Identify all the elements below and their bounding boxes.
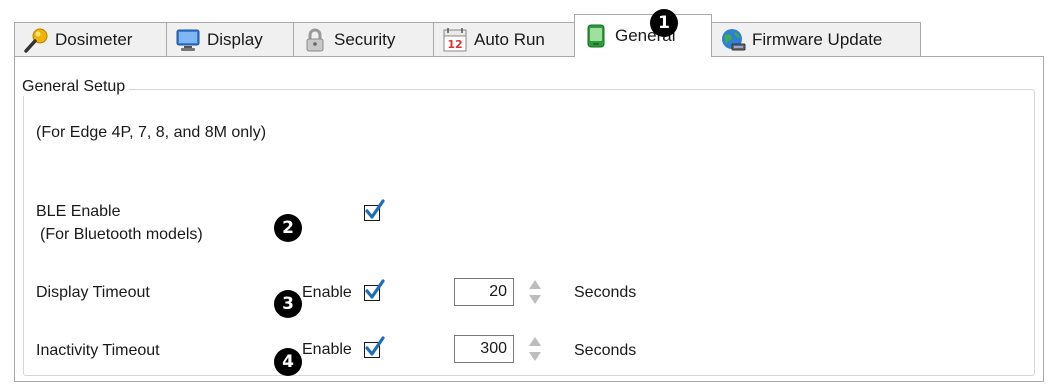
tab-label: Auto Run [474, 29, 545, 49]
tab-display[interactable]: Display [166, 22, 294, 56]
group-title: General Setup [18, 78, 130, 96]
stepper-down-icon[interactable] [529, 295, 541, 304]
checkmark-icon [365, 199, 385, 219]
callout-badge-2: 2 [274, 214, 302, 242]
callout-badge-1: 1 [650, 9, 678, 37]
device-icon [587, 24, 605, 48]
globe-icon [722, 28, 746, 50]
checkmark-icon [365, 336, 385, 356]
inactivity-timeout-label: Inactivity Timeout [36, 342, 160, 359]
inactivity-timeout-unit: Seconds [574, 342, 637, 359]
inactivity-timeout-enable-checkbox[interactable] [364, 336, 385, 358]
tab-label: Firmware Update [752, 29, 883, 49]
model-note: (For Edge 4P, 7, 8, and 8M only) [36, 124, 267, 141]
inactivity-timeout-enable-label: Enable [302, 341, 352, 358]
tab-label: Security [334, 29, 396, 49]
stepper-down-icon[interactable] [529, 352, 541, 361]
monitor-icon [176, 29, 200, 51]
tab-security[interactable]: Security [293, 22, 434, 56]
tab-label: Display [207, 29, 263, 49]
display-timeout-label: Display Timeout [36, 284, 150, 301]
checkmark-icon [365, 279, 385, 299]
display-timeout-enable-checkbox[interactable] [364, 279, 385, 301]
inactivity-timeout-input[interactable]: 300 [454, 335, 514, 363]
tab-general[interactable]: General [574, 14, 712, 57]
tab-auto-run[interactable]: 12 Auto Run [433, 22, 575, 56]
dosimeter-icon [24, 28, 48, 53]
callout-badge-3: 3 [274, 290, 302, 318]
tab-firmware-update[interactable]: Firmware Update [711, 22, 921, 56]
ble-enable-sublabel: (For Bluetooth models) [40, 226, 203, 243]
stepper-up-icon[interactable] [529, 280, 541, 289]
display-timeout-unit: Seconds [574, 284, 637, 301]
display-timeout-input[interactable]: 20 [454, 278, 514, 306]
tab-label: Dosimeter [55, 29, 133, 49]
ble-enable-checkbox[interactable] [364, 199, 385, 221]
ble-enable-label: BLE Enable [36, 203, 121, 220]
padlock-icon [306, 28, 324, 51]
display-timeout-stepper[interactable] [528, 277, 542, 307]
tab-bar: Dosimeter Display Security 12 Auto Run G… [14, 14, 1054, 57]
tab-dosimeter[interactable]: Dosimeter [14, 22, 167, 56]
stepper-up-icon[interactable] [529, 337, 541, 346]
callout-badge-4: 4 [274, 348, 302, 376]
inactivity-timeout-stepper[interactable] [528, 334, 542, 364]
calendar-day-text: 12 [447, 38, 462, 51]
display-timeout-enable-label: Enable [302, 284, 352, 301]
calendar-icon: 12 [443, 27, 467, 51]
